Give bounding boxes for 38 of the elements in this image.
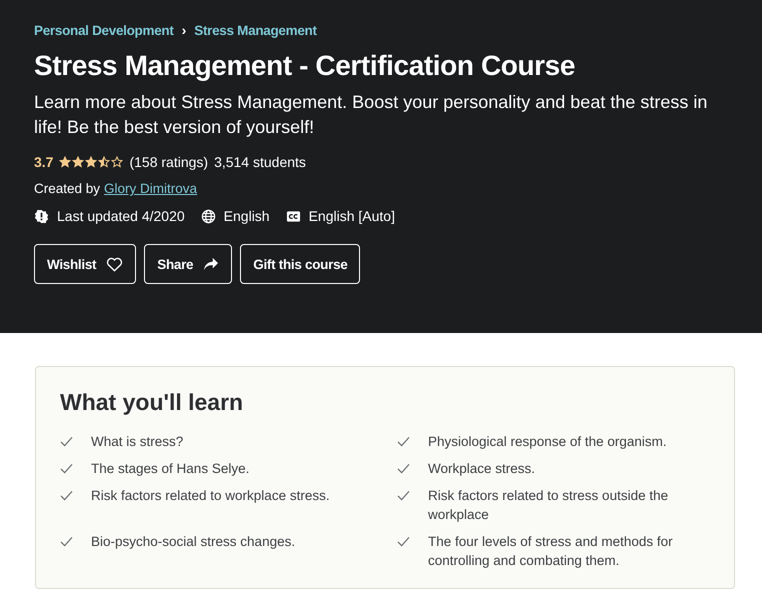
learning-point: The stages of Hans Selye. (91, 460, 250, 478)
learning-point: What is stress? (91, 433, 184, 451)
share-arrow-icon (203, 257, 220, 271)
meta-text: Last updated 4/2020 (57, 208, 185, 224)
checkmark-icon (60, 536, 73, 547)
learning-point: Risk factors related to stress outside the workplace (428, 487, 670, 524)
course-title: Stress Management - Certification Course (34, 50, 576, 82)
learning-point: Workplace stress. (428, 460, 536, 478)
learning-point: Physiological response of the organism. (428, 433, 667, 451)
created-by-label: Created by (34, 181, 100, 196)
learning-point: The four levels of stress and methods for controlling and combating them. (428, 533, 674, 570)
learning-point: Bio-psycho-social stress changes. (91, 533, 296, 551)
checkmark-icon (60, 490, 73, 501)
share-button[interactable]: Share (144, 244, 232, 284)
meta-text: English [Auto] (308, 208, 395, 224)
rating-value: 3.7 (34, 154, 54, 170)
wishlist-button[interactable]: Wishlist (34, 244, 136, 284)
breadcrumb-separator: › (182, 22, 186, 38)
checkmark-icon (397, 536, 410, 547)
checkmark-icon (60, 436, 73, 447)
heart-icon (106, 256, 124, 272)
students-count: 3,514 students (214, 154, 306, 170)
captions-icon (286, 208, 301, 224)
learning-point: Risk factors related to workplace stress. (91, 487, 330, 505)
alert-badge-icon (34, 208, 49, 224)
gift-button[interactable]: Gift this course (240, 244, 360, 284)
section-heading: What you'll learn (60, 389, 244, 416)
breadcrumb-link[interactable]: Personal Development (34, 22, 174, 38)
breadcrumb-link[interactable]: Stress Management (194, 22, 317, 38)
checkmark-icon (60, 463, 73, 474)
meta-text: English (224, 208, 270, 224)
globe-icon (200, 208, 216, 224)
checkmark-icon (397, 463, 410, 474)
checkmark-icon (397, 436, 410, 447)
checkmark-icon (397, 490, 410, 501)
author-link[interactable]: Glory Dimitrova (104, 181, 198, 196)
course-description: Learn more about Stress Management. Boost your personality and beat the stress in life! Be the best version of yourself! (34, 91, 708, 139)
ratings-count: (158 ratings) (129, 154, 208, 170)
